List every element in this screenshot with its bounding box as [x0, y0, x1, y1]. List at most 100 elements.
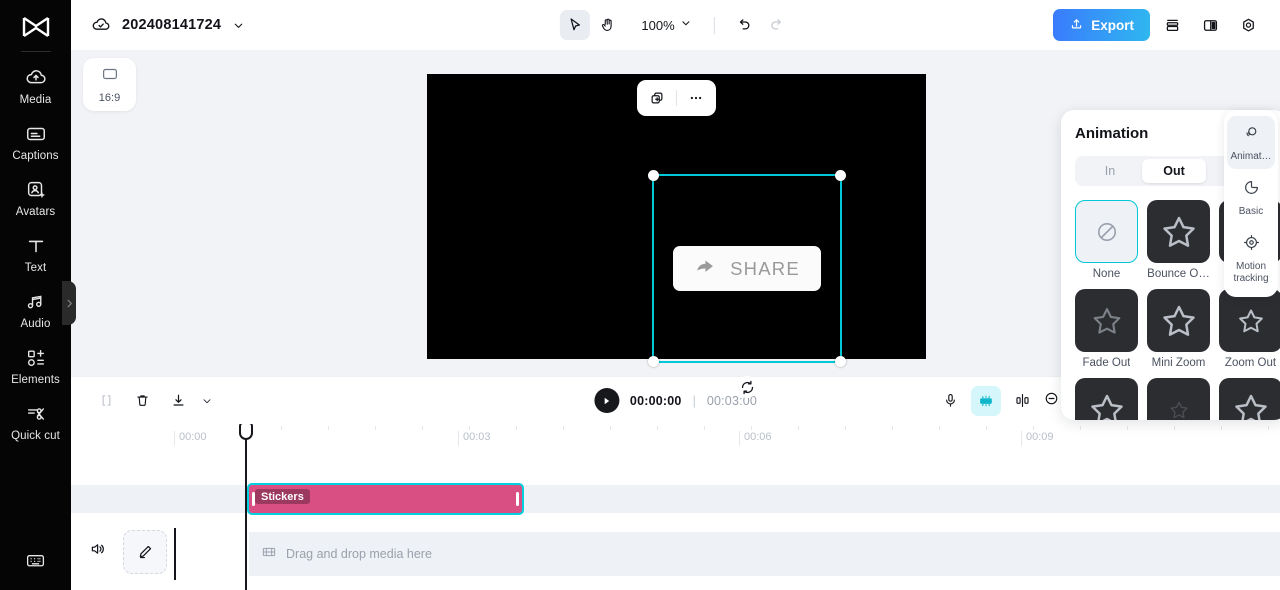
- share-sticker[interactable]: SHARE: [673, 246, 821, 291]
- animation-item-label: None: [1092, 268, 1121, 280]
- sidebar-item-label: Captions: [12, 150, 59, 162]
- clip-trim-handle-right[interactable]: [516, 492, 519, 506]
- resize-handle-top-left[interactable]: [648, 170, 659, 181]
- zoom-out-icon[interactable]: [1043, 390, 1060, 412]
- right-tool-rail: Animat… Basic Motion tracking: [1224, 110, 1278, 297]
- media-drop-track[interactable]: Drag and drop media here: [249, 532, 1280, 576]
- share-arrow-icon: [694, 255, 716, 282]
- export-button-label: Export: [1091, 17, 1134, 33]
- top-toolbar: 202408141724 100% Export: [71, 0, 1280, 50]
- split-clip-button[interactable]: [1007, 386, 1037, 416]
- playhead-grip[interactable]: [239, 424, 253, 440]
- aspect-ratio-label: 16:9: [98, 92, 121, 104]
- redo-button[interactable]: [762, 10, 792, 40]
- timeline-playhead[interactable]: [239, 424, 253, 590]
- right-rail-item-motion-tracking[interactable]: Motion tracking: [1227, 226, 1275, 291]
- project-info: 202408141724: [71, 15, 245, 35]
- left-sidebar: Media Captions Avatars Text Audio Elemen…: [0, 0, 71, 590]
- project-title[interactable]: 202408141724: [122, 17, 221, 33]
- sidebar-item-media[interactable]: Media: [3, 58, 69, 114]
- star-icon: [1147, 378, 1210, 420]
- download-options-chevron[interactable]: [199, 386, 215, 416]
- animation-item-row3-1[interactable]: [1075, 378, 1138, 420]
- capcut-logo-icon[interactable]: [19, 14, 53, 40]
- ruler-label: 00:09: [1021, 431, 1054, 446]
- animation-item-mini-zoom[interactable]: Mini Zoom: [1147, 289, 1210, 369]
- selection-float-toolbar: [637, 80, 716, 116]
- animation-item-zoom-out[interactable]: Zoom Out: [1219, 289, 1280, 369]
- settings-button[interactable]: [1232, 9, 1264, 41]
- captions-icon: [25, 123, 47, 145]
- sidebar-item-avatars[interactable]: Avatars: [3, 170, 69, 226]
- right-rail-item-label: Basic: [1238, 206, 1264, 217]
- resize-handle-top-right[interactable]: [835, 170, 846, 181]
- zoom-level-selector[interactable]: 100%: [633, 11, 699, 39]
- animation-item-bounce-out[interactable]: Bounce O…: [1147, 200, 1210, 280]
- duplicate-icon[interactable]: [643, 84, 671, 112]
- delete-button[interactable]: [127, 386, 157, 416]
- sidebar-item-audio[interactable]: Audio: [3, 282, 69, 338]
- keyboard-icon: [25, 550, 46, 576]
- edit-track-button[interactable]: [123, 530, 167, 574]
- sidebar-item-label: Audio: [20, 318, 51, 330]
- canvas-tools: 100%: [559, 10, 791, 40]
- select-tool-button[interactable]: [559, 10, 590, 40]
- sidebar-item-label: Avatars: [15, 206, 56, 218]
- undo-button[interactable]: [729, 10, 759, 40]
- more-horizontal-icon[interactable]: [682, 84, 710, 112]
- animation-item-label: Bounce O…: [1147, 268, 1210, 280]
- sidebar-item-elements[interactable]: Elements: [3, 338, 69, 394]
- timeline-clip-stickers[interactable]: Stickers: [247, 483, 524, 515]
- animation-item-none[interactable]: None: [1075, 200, 1138, 280]
- rectangle-icon: [99, 65, 121, 88]
- tab-in[interactable]: In: [1078, 159, 1142, 183]
- auto-captions-button[interactable]: [971, 385, 1001, 416]
- resize-handle-bottom-right[interactable]: [835, 356, 846, 367]
- aspect-ratio-button[interactable]: 16:9: [83, 58, 136, 111]
- chevron-down-icon[interactable]: [232, 19, 245, 32]
- animation-icon: [1242, 123, 1261, 147]
- sidebar-item-captions[interactable]: Captions: [3, 114, 69, 170]
- quick-cut-icon: [25, 403, 47, 425]
- cloud-check-icon[interactable]: [91, 15, 111, 35]
- star-icon: [1075, 289, 1138, 352]
- hand-tool-button[interactable]: [592, 10, 622, 40]
- current-time: 00:00:00: [629, 393, 682, 408]
- float-toolbar-divider: [676, 90, 677, 106]
- text-icon: [25, 235, 47, 257]
- toolbar-divider: [713, 16, 715, 34]
- sidebar-item-label: Elements: [11, 374, 60, 386]
- resize-handle-bottom-left[interactable]: [648, 356, 659, 367]
- animation-item-row3-3[interactable]: [1219, 378, 1280, 420]
- split-button[interactable]: [91, 386, 121, 416]
- right-rail-item-basic[interactable]: Basic: [1227, 171, 1275, 224]
- timeline[interactable]: 00:00 00:03 00:06 00:09 Stickers Drag an…: [71, 424, 1280, 590]
- microphone-button[interactable]: [935, 386, 965, 416]
- sidebar-collapse-handle[interactable]: [62, 281, 76, 325]
- export-button[interactable]: Export: [1053, 9, 1150, 41]
- download-button[interactable]: [163, 386, 193, 416]
- right-rail-item-animation[interactable]: Animat…: [1227, 116, 1275, 169]
- keyboard-shortcut-button[interactable]: [0, 550, 71, 576]
- sidebar-item-quick-cut[interactable]: Quick cut: [3, 394, 69, 450]
- layers-button[interactable]: [1156, 9, 1188, 41]
- animation-panel-title: Animation: [1075, 124, 1149, 142]
- film-strip-icon: [261, 544, 277, 565]
- sidebar-item-label: Text: [24, 262, 47, 274]
- avatar-add-icon: [25, 179, 47, 201]
- rotate-handle[interactable]: [736, 376, 758, 398]
- star-icon: [1075, 378, 1138, 420]
- track-mute-button[interactable]: [85, 536, 111, 562]
- sidebar-item-text[interactable]: Text: [3, 226, 69, 282]
- ruler-label: 00:03: [458, 431, 491, 446]
- play-button[interactable]: [593, 388, 619, 413]
- ruler-label: 00:06: [739, 431, 772, 446]
- star-icon: [1147, 289, 1210, 352]
- animation-item-label: Mini Zoom: [1151, 357, 1206, 369]
- share-sticker-label: SHARE: [730, 257, 800, 279]
- animation-item-fade-out[interactable]: Fade Out: [1075, 289, 1138, 369]
- animation-item-row3-2[interactable]: [1147, 378, 1210, 420]
- split-view-button[interactable]: [1194, 9, 1226, 41]
- tab-out[interactable]: Out: [1142, 159, 1206, 183]
- timeline-toolbar-left: [71, 386, 215, 416]
